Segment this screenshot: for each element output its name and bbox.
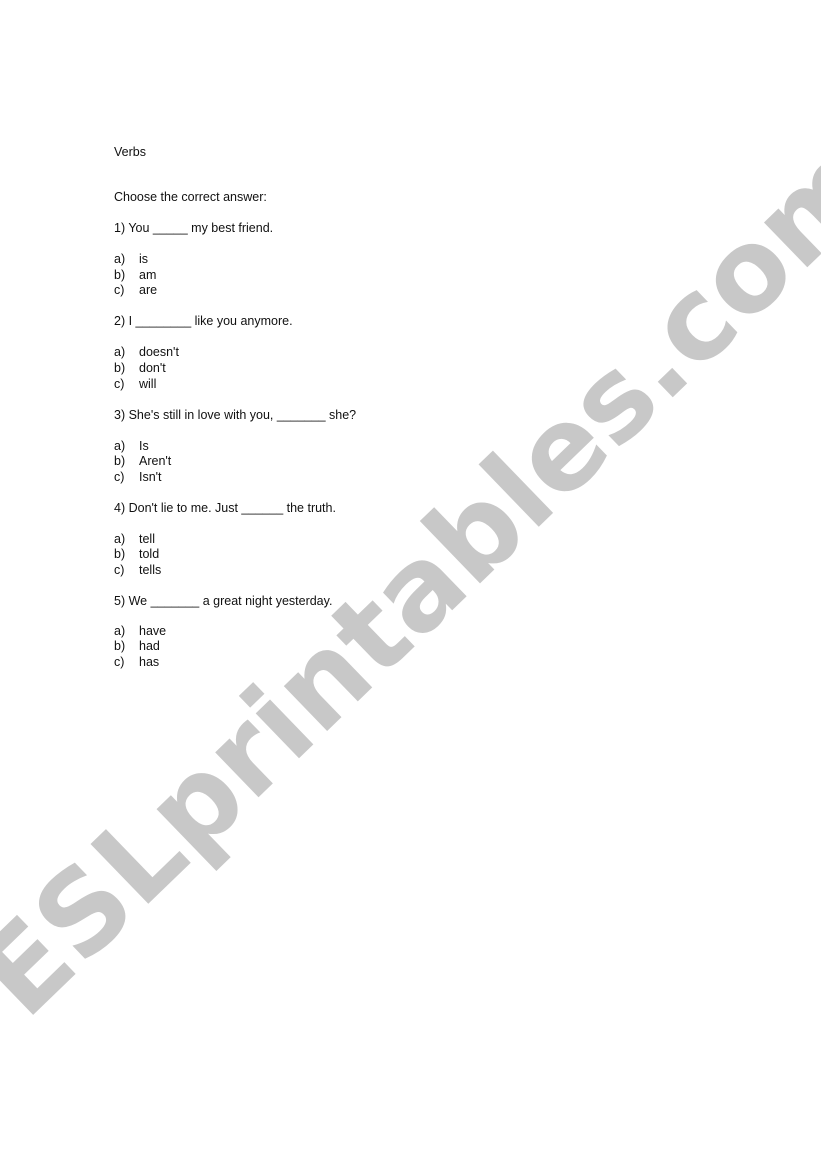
option-b: b) told: [114, 547, 159, 562]
option-letter: b): [114, 361, 126, 375]
question-prompt: 5) We _______ a great night yesterday.: [114, 594, 333, 608]
option-text: is: [139, 252, 149, 266]
option-letter: c): [114, 377, 125, 391]
option-letter: a): [114, 345, 126, 359]
option-text: Aren't: [139, 454, 172, 468]
worksheet-title: Verbs: [114, 145, 146, 159]
option-text: tells: [139, 563, 162, 577]
option-c: c) will: [114, 377, 156, 392]
option-text: has: [139, 655, 160, 669]
option-text: Is: [139, 439, 149, 453]
option-letter: a): [114, 252, 126, 266]
option-c: c) tells: [114, 563, 161, 578]
question-prompt: 3) She's still in love with you, _______…: [114, 408, 357, 422]
option-a: a) tell: [114, 532, 155, 547]
option-letter: a): [114, 439, 126, 453]
option-a: a) is: [114, 252, 148, 267]
option-text: Isn't: [139, 470, 162, 484]
option-letter: b): [114, 639, 126, 653]
instructions: Choose the correct answer:: [114, 190, 267, 204]
option-a: a) have: [114, 624, 166, 639]
option-text: had: [139, 639, 160, 653]
option-letter: a): [114, 624, 126, 638]
option-text: tell: [139, 532, 155, 546]
option-text: doesn't: [139, 345, 179, 359]
option-text: have: [139, 624, 167, 638]
option-c: c) has: [114, 655, 159, 670]
option-b: b) had: [114, 639, 160, 654]
option-c: c) Isn't: [114, 470, 162, 485]
option-letter: a): [114, 532, 126, 546]
worksheet-page: ESLprintables.com Verbs Choose the corre…: [0, 0, 821, 1169]
option-text: are: [139, 283, 158, 297]
option-b: b) am: [114, 268, 156, 283]
question-prompt: 2) I ________ like you anymore.: [114, 314, 293, 328]
option-letter: c): [114, 470, 125, 484]
option-letter: c): [114, 563, 125, 577]
option-text: told: [139, 547, 160, 561]
option-c: c) are: [114, 283, 157, 298]
option-b: b) don't: [114, 361, 166, 376]
option-letter: b): [114, 547, 126, 561]
option-text: don't: [139, 361, 166, 375]
watermark: ESLprintables.com: [0, 0, 821, 1169]
option-b: b) Aren't: [114, 454, 171, 469]
option-letter: b): [114, 268, 126, 282]
question-prompt: 1) You _____ my best friend.: [114, 221, 274, 235]
option-a: a) Is: [114, 439, 149, 454]
question-prompt: 4) Don't lie to me. Just ______ the trut…: [114, 501, 336, 515]
option-a: a) doesn't: [114, 345, 179, 360]
option-letter: c): [114, 283, 125, 297]
option-letter: b): [114, 454, 126, 468]
option-letter: c): [114, 655, 125, 669]
option-text: am: [139, 268, 157, 282]
option-text: will: [139, 377, 157, 391]
